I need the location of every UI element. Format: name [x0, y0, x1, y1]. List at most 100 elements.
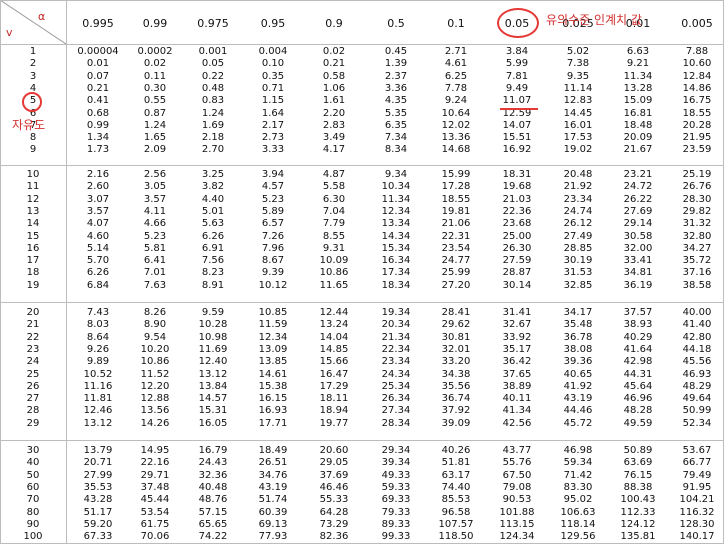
table-cell: 20.09 [623, 132, 653, 144]
table-cell: 36.19 [623, 279, 653, 291]
table-cell: 20.48 [563, 169, 593, 180]
table-cell: 26.76 [682, 181, 712, 193]
table-cell: 25.99 [441, 267, 471, 279]
table-cell: 7.81 [505, 70, 529, 82]
table-cell: 12.02 [441, 119, 471, 131]
table-cell: 135.81 [620, 531, 656, 543]
table-cell: 4.07 [86, 218, 110, 230]
alpha-0.05-circle [497, 8, 539, 38]
table-cell: 24.72 [623, 181, 653, 193]
table-cell: 8.64 [86, 331, 110, 343]
df-cell: 29 [26, 417, 40, 429]
chi-square-table: α v 0.995 0.99 0.975 0.95 0.9 0.5 0.1 0.05 0.025… [0, 0, 724, 544]
table-cell: 8.23 [201, 267, 225, 279]
table-cell: 31.53 [563, 267, 593, 279]
table-cell: 1.24 [143, 119, 167, 131]
table-cell: 40.11 [502, 393, 532, 405]
table-cell: 0.07 [86, 70, 110, 82]
df-cell: 27 [26, 393, 40, 405]
table-cell: 4.35 [384, 95, 408, 107]
table-cell: 15.51 [502, 132, 532, 144]
table-cell: 12.34 [381, 205, 411, 217]
table-cell: 35.53 [83, 481, 113, 493]
table-cell: 37.69 [319, 469, 349, 481]
table-cell: 17.71 [258, 417, 288, 429]
vertical-rule [66, 0, 67, 544]
table-cell: 30.81 [441, 331, 471, 343]
table-cell: 42.56 [502, 417, 532, 429]
table-cell: 10.86 [140, 356, 170, 368]
alpha-column-header: 0.95 [260, 17, 286, 30]
table-cell: 9.35 [566, 70, 590, 82]
table-cell: 99.33 [381, 531, 411, 543]
table-cell: 8.55 [322, 230, 346, 242]
table-cell: 17.53 [563, 132, 593, 144]
table-cell: 1.15 [261, 95, 285, 107]
table-cell: 18.49 [258, 445, 288, 456]
table-cell: 70.06 [140, 531, 170, 543]
table-cell: 43.28 [83, 494, 113, 506]
alpha-column-header: 0.995 [82, 17, 114, 30]
alpha-column-header: 0.975 [197, 17, 229, 30]
table-cell: 19.81 [441, 205, 471, 217]
table-cell: 74.22 [198, 531, 228, 543]
table-cell: 5.14 [86, 242, 110, 254]
df-cell: 18 [26, 267, 40, 279]
table-cell: 28.41 [441, 307, 471, 318]
table-cell: 10.12 [258, 279, 288, 291]
table-cell: 48.29 [682, 380, 712, 392]
table-cell: 0.41 [86, 95, 110, 107]
table-cell: 18.11 [319, 393, 349, 405]
table-cell: 14.85 [319, 343, 349, 355]
table-cell: 46.93 [682, 368, 712, 380]
table-cell: 85.53 [441, 494, 471, 506]
table-cell: 25.19 [682, 169, 712, 180]
table-cell: 7.96 [261, 242, 285, 254]
table-cell: 7.01 [143, 267, 167, 279]
table-cell: 4.87 [322, 169, 346, 180]
horizontal-rule [0, 0, 724, 1]
table-cell: 5.63 [201, 218, 225, 230]
table-cell: 37.92 [441, 405, 471, 417]
table-cell: 42.98 [623, 356, 653, 368]
table-cell: 49.33 [381, 469, 411, 481]
table-cell: 33.41 [623, 255, 653, 267]
table-cell: 23.34 [381, 356, 411, 368]
df-cell: 2 [29, 58, 37, 70]
table-cell: 10.85 [258, 307, 288, 318]
table-cell: 0.10 [261, 58, 285, 70]
table-cell: 3.36 [384, 82, 408, 94]
table-cell: 116.32 [679, 506, 715, 518]
table-cell: 28.30 [682, 193, 712, 205]
table-cell: 27.20 [441, 279, 471, 291]
table-cell: 5.35 [384, 107, 408, 119]
table-cell: 41.92 [563, 380, 593, 392]
table-cell: 1.65 [143, 132, 167, 144]
table-cell: 1.34 [86, 132, 110, 144]
table-cell: 37.65 [502, 368, 532, 380]
table-cell: 124.34 [499, 531, 535, 543]
table-cell: 3.25 [201, 169, 225, 180]
table-cell: 22.31 [441, 230, 471, 242]
table-cell: 23.54 [441, 242, 471, 254]
table-cell: 27.49 [563, 230, 593, 242]
table-cell: 16.75 [682, 95, 712, 107]
table-cell: 21.03 [502, 193, 532, 205]
table-cell: 0.22 [201, 70, 225, 82]
table-cell: 26.30 [502, 242, 532, 254]
alpha-symbol: α [38, 10, 46, 23]
table-cell: 20.60 [319, 445, 349, 456]
table-cell: 51.74 [258, 494, 288, 506]
df-cell: 12 [26, 193, 40, 205]
table-cell: 79.08 [502, 481, 532, 493]
table-cell: 5.89 [261, 205, 285, 217]
table-cell: 34.38 [441, 368, 471, 380]
table-cell: 40.29 [623, 331, 653, 343]
table-cell: 8.91 [201, 279, 225, 291]
table-cell: 4.40 [201, 193, 225, 205]
table-cell: 34.17 [563, 307, 593, 318]
table-cell: 10.98 [198, 331, 228, 343]
table-cell: 32.67 [502, 319, 532, 331]
table-cell: 129.56 [560, 531, 596, 543]
table-cell: 39.34 [381, 457, 411, 469]
